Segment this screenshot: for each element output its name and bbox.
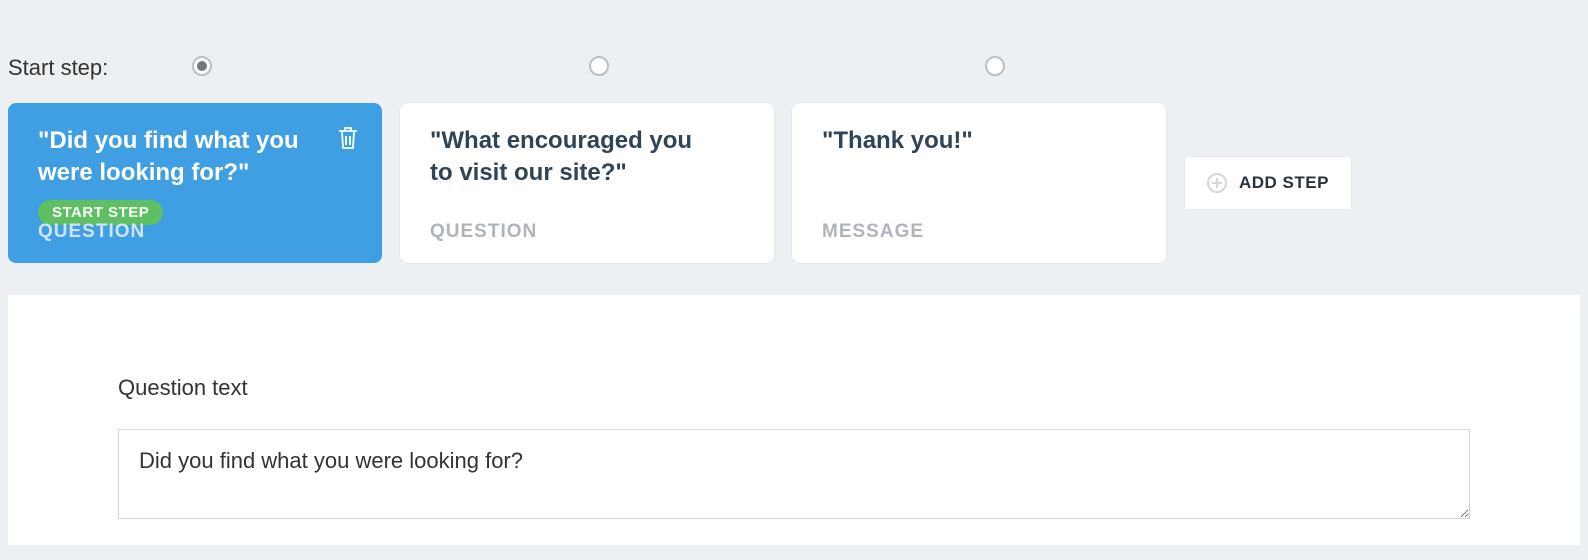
question-text-input[interactable]: [118, 429, 1470, 519]
step-card-3[interactable]: "Thank you!" MESSAGE: [792, 103, 1166, 263]
trash-icon[interactable]: [336, 125, 360, 156]
editor-panel: Question text: [8, 295, 1580, 545]
steps-row: "Did you find what you were looking for?…: [0, 81, 1588, 263]
start-step-radio-2[interactable]: [589, 56, 609, 76]
start-step-radio-1[interactable]: [192, 56, 212, 76]
step-card-title: "What encouraged you to visit our site?": [430, 125, 720, 190]
step-card-1[interactable]: "Did you find what you were looking for?…: [8, 103, 382, 263]
start-step-radio-3[interactable]: [985, 56, 1005, 76]
add-step-label: ADD STEP: [1239, 173, 1329, 193]
start-step-label: Start step:: [8, 55, 188, 81]
step-card-type: QUESTION: [38, 221, 145, 243]
step-card-type: MESSAGE: [822, 221, 924, 243]
step-card-title: "Did you find what you were looking for?…: [38, 125, 328, 190]
step-card-title: "Thank you!": [822, 125, 1112, 157]
step-card-type: QUESTION: [430, 221, 537, 243]
add-step-button[interactable]: ADD STEP: [1184, 156, 1352, 210]
step-card-2[interactable]: "What encouraged you to visit our site?"…: [400, 103, 774, 263]
plus-circle-icon: [1207, 173, 1227, 193]
question-text-label: Question text: [118, 375, 1470, 401]
